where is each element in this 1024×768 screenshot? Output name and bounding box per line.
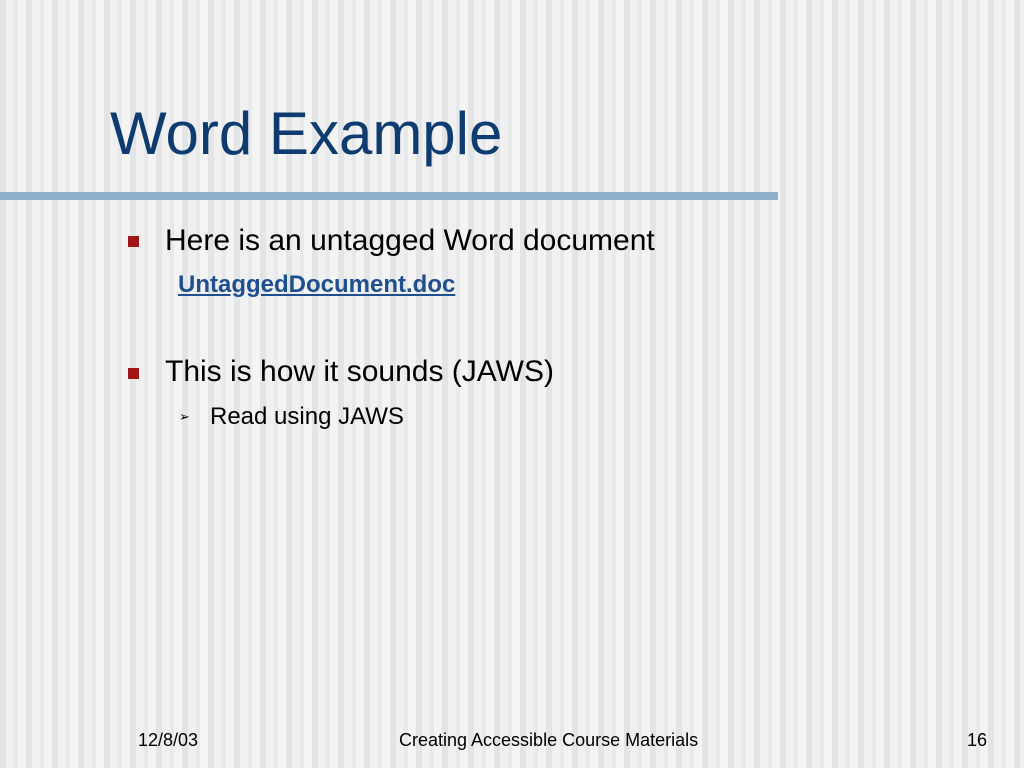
arrow-bullet-icon: ➢ [179, 409, 190, 424]
slide-title: Word Example [110, 100, 503, 167]
footer-page-number: 16 [967, 730, 988, 750]
footer-date: 12/8/03 [138, 730, 199, 750]
square-bullet-icon [128, 368, 139, 379]
sub-bullet-read-jaws: Read using JAWS [210, 403, 404, 430]
bullet-item-1: Here is an untagged Word document [165, 224, 655, 257]
bullet-item-2: This is how it sounds (JAWS) [165, 355, 554, 388]
footer-title: Creating Accessible Course Materials [399, 730, 699, 750]
square-bullet-icon [128, 236, 139, 247]
slide: Word Example Here is an untagged Word do… [0, 0, 1024, 768]
title-underline-rule [0, 192, 778, 200]
untagged-document-link[interactable]: UntaggedDocument.doc [178, 273, 455, 297]
